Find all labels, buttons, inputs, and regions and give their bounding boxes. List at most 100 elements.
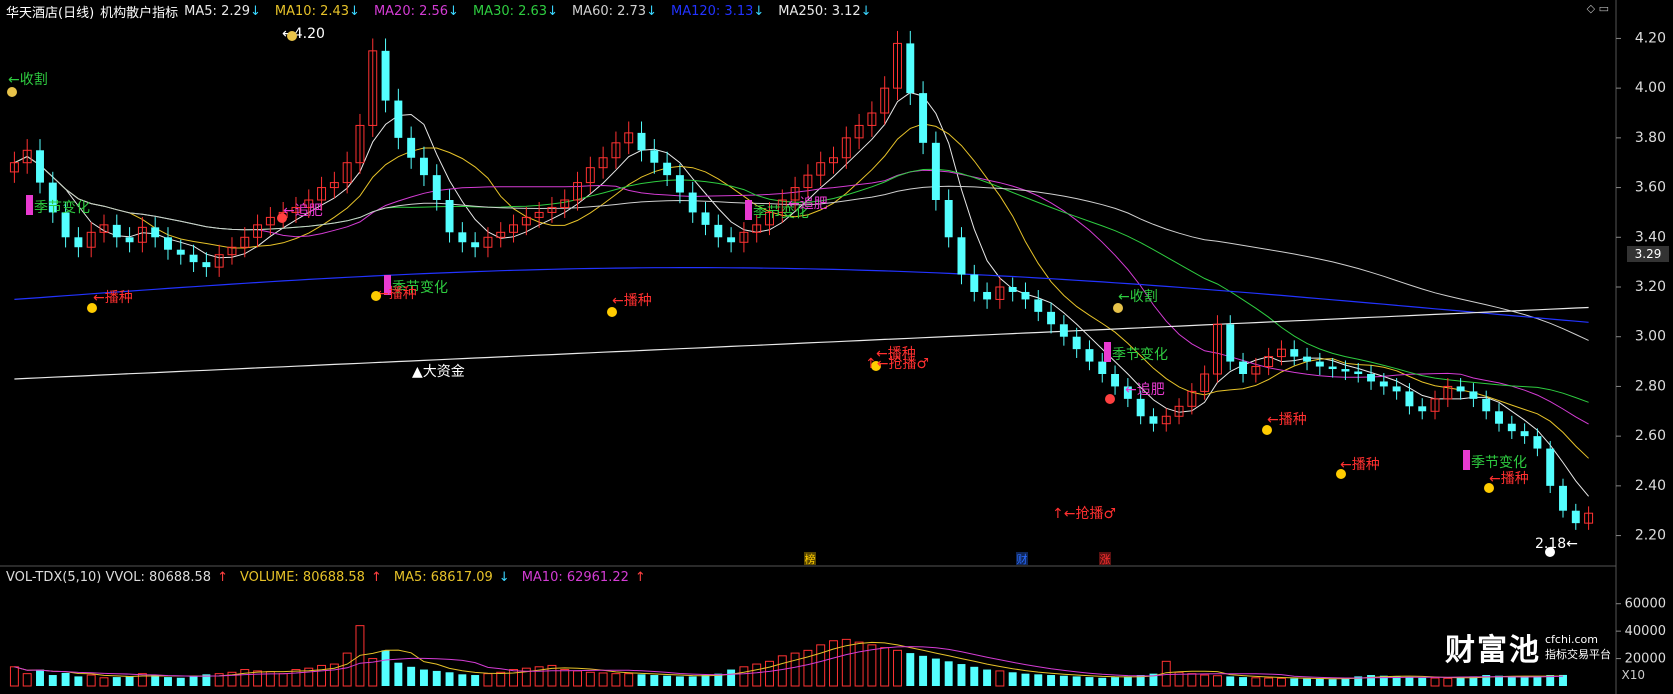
grab-label: ↑←抢播♂ [1052, 505, 1116, 522]
volume-bar [317, 664, 327, 687]
volume-bar [957, 664, 966, 686]
volume-unit: X10 [1621, 668, 1646, 682]
candle [983, 291, 992, 300]
candles [9, 30, 1594, 530]
candle [1328, 366, 1337, 370]
volume-bar [1111, 677, 1120, 686]
candle [1507, 423, 1516, 432]
volume-bar [931, 658, 940, 686]
volume-bar [777, 655, 787, 687]
candle [164, 237, 172, 250]
volume-bar [1328, 679, 1337, 686]
signal-dot [277, 213, 287, 223]
volume-bar [906, 653, 915, 686]
volume-bar [1315, 678, 1324, 686]
candle [944, 200, 953, 238]
volume-bar [995, 670, 1005, 687]
volume-bar [1533, 676, 1542, 686]
candle [151, 227, 160, 238]
signal-dot [1336, 469, 1346, 479]
ma-line-ma250 [14, 306, 1589, 380]
volume-bar [1008, 672, 1017, 686]
candle [176, 249, 185, 255]
signal-dot [87, 303, 97, 313]
season-marker [745, 200, 752, 220]
logo: 财富池 cfchi.com 指标交易平台 [1445, 625, 1611, 669]
ma-line-ma120 [14, 267, 1589, 323]
candle [419, 157, 428, 176]
volume-bar [1507, 676, 1516, 686]
signal-dot [371, 291, 381, 301]
candle [1392, 386, 1401, 392]
candle [1226, 324, 1235, 362]
season-label: 季节变化 [34, 200, 90, 216]
price-tick-label: 3.80 [1635, 130, 1666, 146]
candle [637, 132, 646, 151]
sow-label: ←播种 [377, 286, 417, 302]
price-tick-label: 2.60 [1635, 428, 1666, 444]
volume-bar [1085, 677, 1094, 686]
volume-bar [381, 650, 390, 686]
volume-bar [1418, 677, 1427, 686]
volume-bar [61, 672, 70, 686]
season-marker [1463, 450, 1470, 470]
volume-bar [240, 669, 250, 687]
volume-bar [1059, 675, 1068, 686]
candle [36, 150, 44, 183]
volume-ma-line [14, 641, 1564, 680]
volume-bar [1303, 678, 1312, 686]
sow-label: ←播种 [1340, 457, 1380, 473]
volume-tick-label: 60000 [1625, 597, 1666, 612]
candle [906, 43, 915, 94]
volume-bar [585, 671, 595, 687]
signal-dot [1113, 303, 1123, 313]
logo-site: cfchi.com [1545, 632, 1598, 646]
volume-bar [36, 669, 44, 686]
candle [381, 50, 390, 101]
price-tick-label: 3.40 [1635, 229, 1666, 245]
price-tick-label: 4.20 [1635, 30, 1666, 46]
sow-label: ←播种 [1489, 471, 1529, 487]
volume-bar [342, 652, 352, 687]
candle [1469, 391, 1478, 399]
price-tick-label: 3.00 [1635, 329, 1666, 345]
volume-bar [611, 673, 621, 687]
volume-bar [1264, 677, 1274, 687]
price-tick-label: 3.60 [1635, 180, 1666, 196]
harvest-label: ←收割 [8, 71, 48, 88]
season-label: 季节变化 [1471, 455, 1527, 471]
candlestick-chart[interactable]: 4.20 4.00 3.80 3.60 3.40 3.20 3.00 2.80 2.60 2.40… [0, 0, 1673, 694]
volume-bar [1520, 677, 1529, 686]
volume-bars [9, 625, 1567, 687]
candle [1367, 374, 1375, 382]
candle [1111, 374, 1120, 387]
volume-bar [1290, 678, 1299, 686]
volume-bar [675, 676, 684, 686]
volume-bar [394, 662, 403, 686]
candle [1085, 349, 1094, 362]
ma-line-ma5 [14, 92, 1589, 497]
candle [919, 93, 928, 143]
volume-bar [112, 677, 121, 686]
candle [1495, 411, 1503, 424]
volume-bar [1239, 677, 1248, 686]
volume-bar [970, 666, 979, 686]
candle [445, 200, 454, 233]
volume-bar [829, 640, 838, 687]
volume-bar [1443, 677, 1453, 687]
candle [714, 224, 723, 238]
candle [1456, 386, 1465, 392]
harvest-label: ←收割 [1118, 288, 1158, 305]
volume-bar [471, 675, 480, 686]
candle [1072, 336, 1081, 350]
volume-bar [880, 647, 890, 687]
fertilize-label: ←追肥 [788, 196, 828, 212]
signal-dot [1484, 483, 1494, 493]
volume-bar [1367, 675, 1375, 686]
candle [1008, 287, 1017, 292]
sow-label: ←播种 [93, 290, 133, 306]
volume-bar [739, 666, 749, 687]
candle [1546, 448, 1555, 486]
volume-bar [598, 672, 608, 687]
season-marker [1104, 342, 1111, 362]
